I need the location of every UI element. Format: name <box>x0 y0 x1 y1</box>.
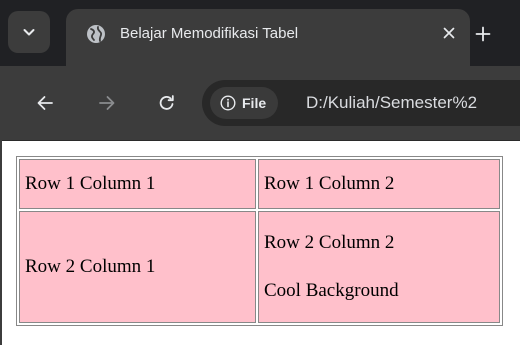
new-tab-button[interactable] <box>470 21 496 47</box>
table-cell: Row 2 Column 1 <box>19 211 256 323</box>
page-content: Row 1 Column 1 Row 1 Column 2 Row 2 Colu… <box>0 140 520 345</box>
site-info-chip[interactable]: File <box>210 87 279 119</box>
demo-table: Row 1 Column 1 Row 1 Column 2 Row 2 Colu… <box>16 156 503 326</box>
cell-text: Row 2 Column 2 <box>264 232 395 253</box>
tab-title: Belajar Memodifikasi Tabel <box>120 25 299 42</box>
table-cell: Row 2 Column 2 Cool Background <box>258 211 500 323</box>
reload-icon <box>159 95 174 110</box>
forward-button[interactable] <box>90 86 124 120</box>
arrow-right-icon <box>99 96 115 110</box>
globe-icon <box>87 25 105 43</box>
close-icon <box>443 27 455 39</box>
browser-window: Belajar Memodifikasi Tabel File D:/Kulia… <box>0 0 520 345</box>
tab-strip: Belajar Memodifikasi Tabel <box>0 0 520 66</box>
address-bar[interactable]: File D:/Kuliah/Semester%2 <box>202 80 520 126</box>
tab-active[interactable]: Belajar Memodifikasi Tabel <box>66 9 470 66</box>
tab-close-button[interactable] <box>438 22 460 44</box>
info-icon <box>220 95 236 111</box>
reload-button[interactable] <box>150 86 184 120</box>
table-cell: Row 1 Column 2 <box>258 159 500 209</box>
table-cell: Row 1 Column 1 <box>19 159 256 209</box>
tab-search-button[interactable] <box>8 11 50 53</box>
plus-icon <box>475 26 491 42</box>
url-text[interactable]: D:/Kuliah/Semester%2 <box>306 92 477 114</box>
table-row: Row 1 Column 1 Row 1 Column 2 <box>19 159 500 209</box>
browser-toolbar: File D:/Kuliah/Semester%2 <box>0 66 520 140</box>
site-info-label: File <box>242 95 267 111</box>
window-edge <box>0 140 2 345</box>
arrow-left-icon <box>37 96 53 110</box>
back-button[interactable] <box>28 86 62 120</box>
chevron-down-icon <box>23 29 35 36</box>
table-row: Row 2 Column 1 Row 2 Column 2 Cool Backg… <box>19 211 500 323</box>
cell-text: Cool Background <box>264 280 399 301</box>
